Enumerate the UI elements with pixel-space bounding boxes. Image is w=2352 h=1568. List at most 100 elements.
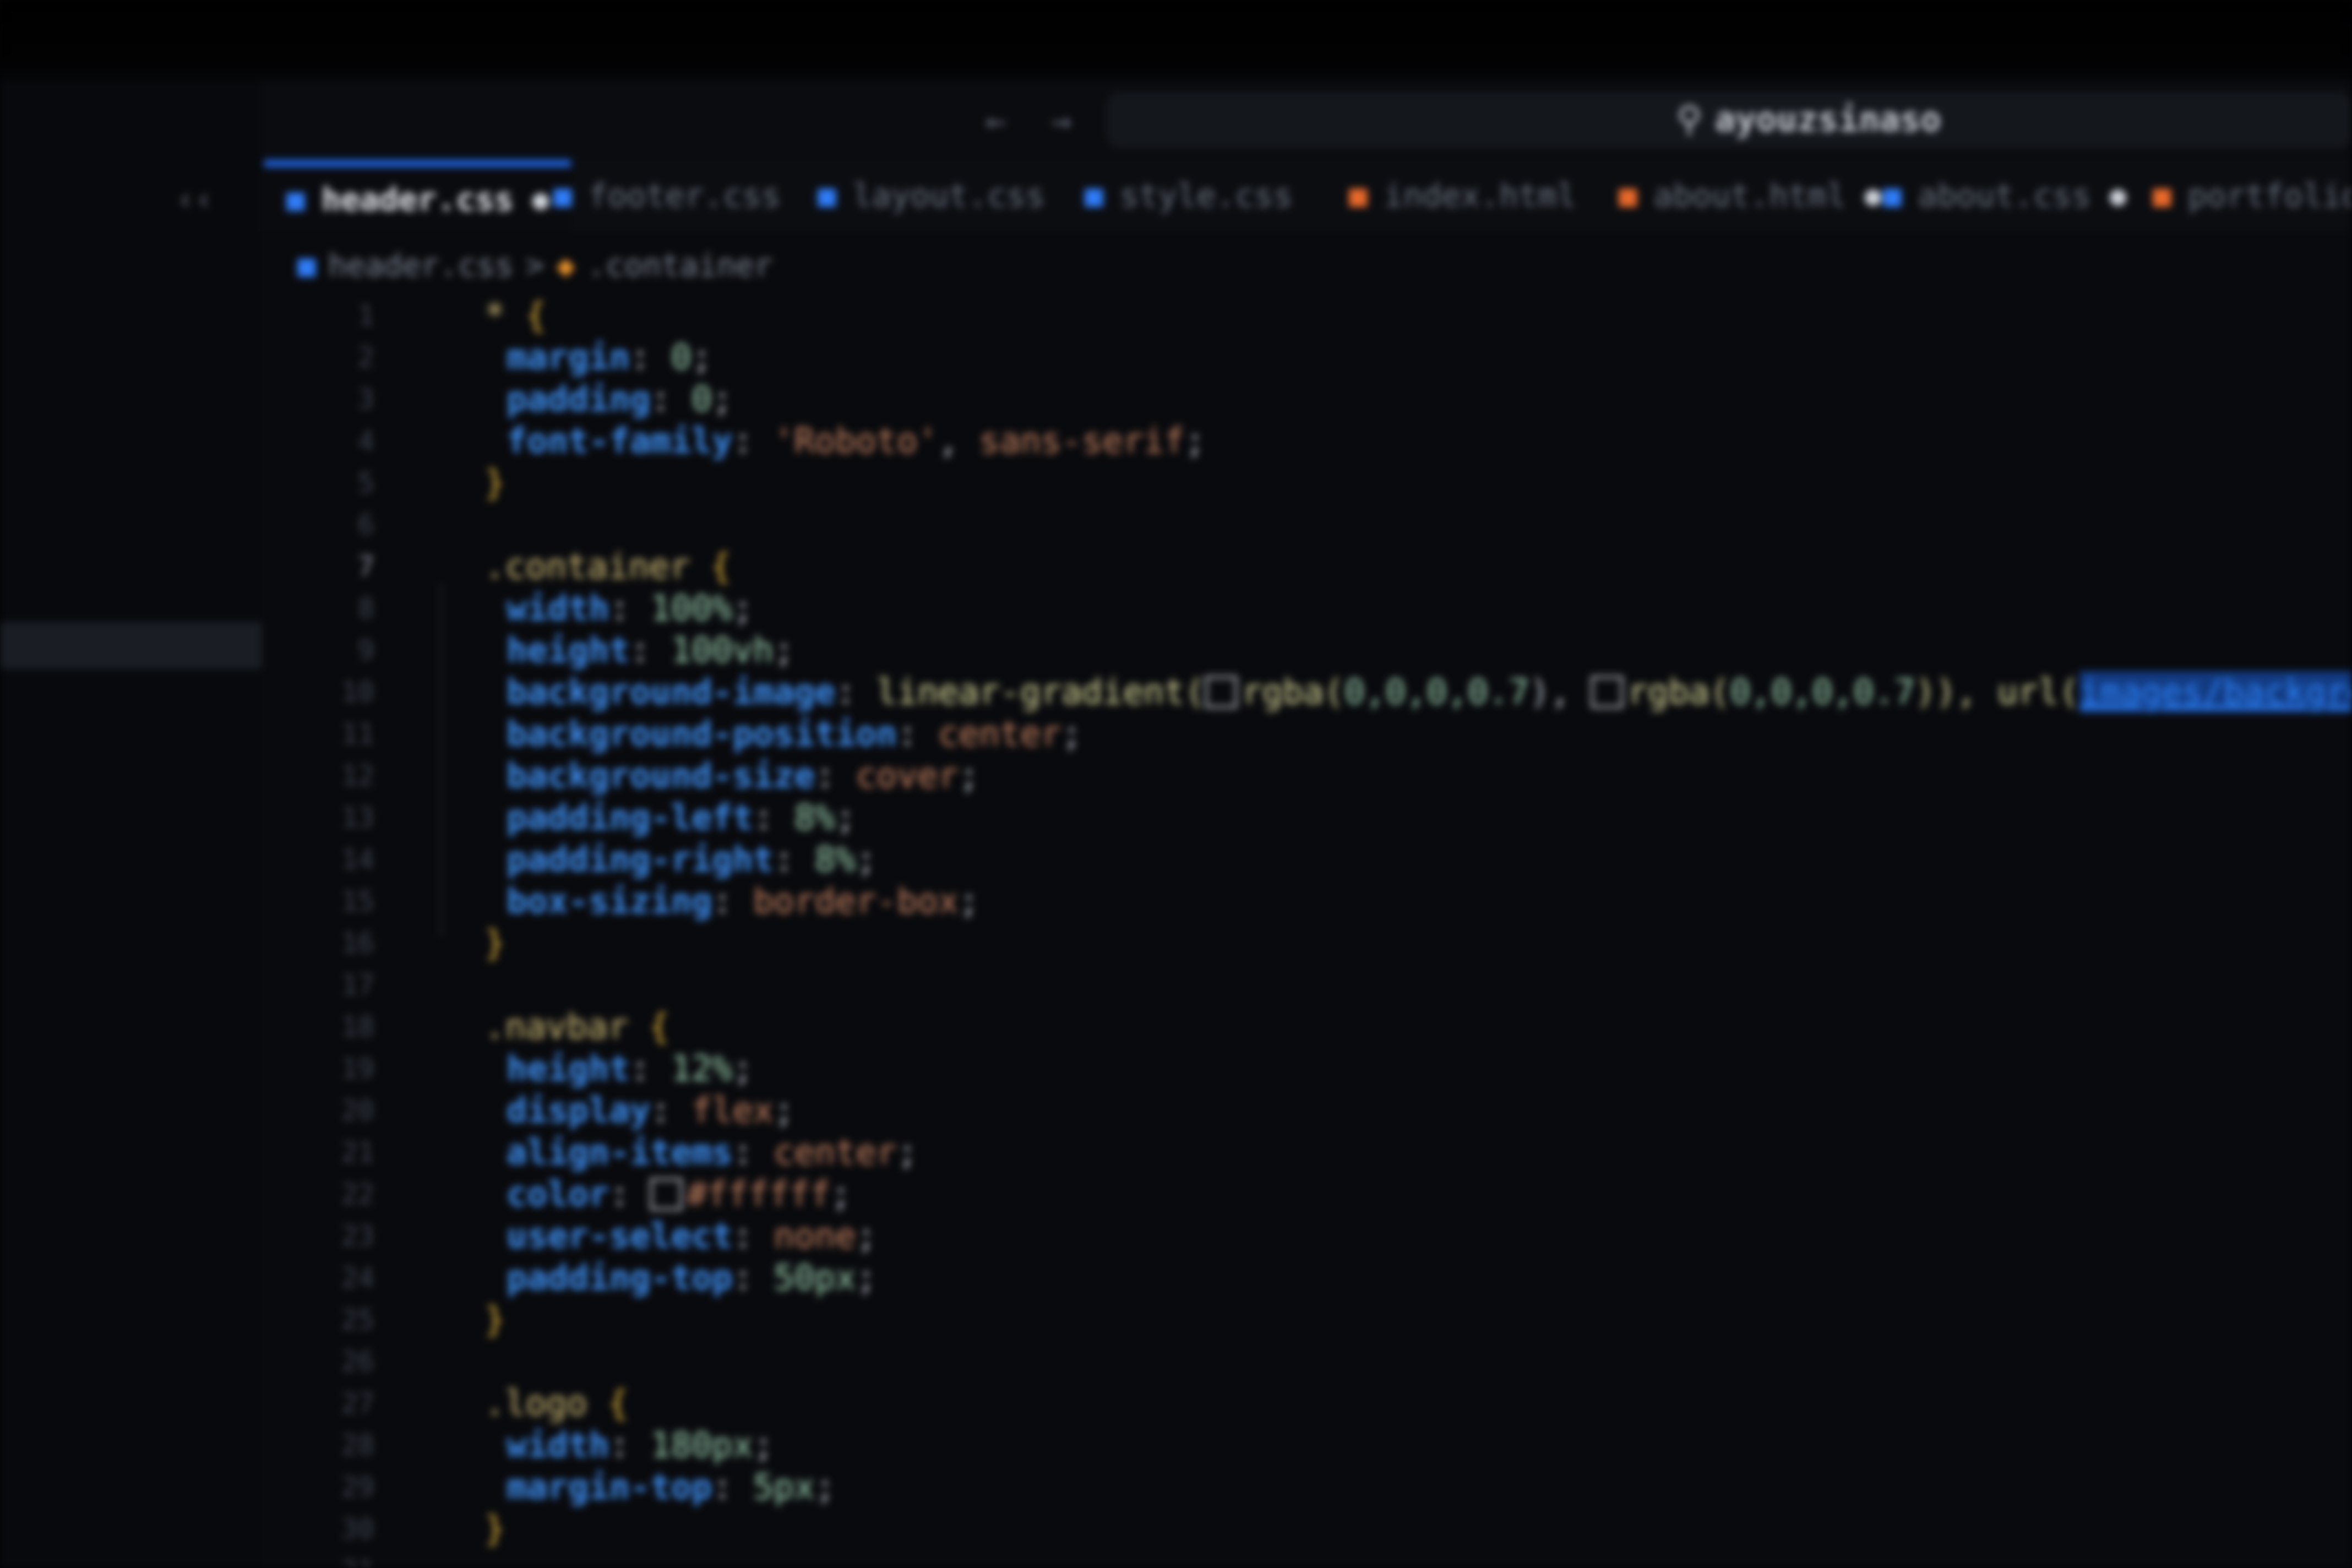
code-line[interactable]: 23 user-select: none;: [308, 1215, 2352, 1257]
tab-header-css[interactable]: ■ header.css ●: [264, 160, 571, 231]
explorer-sidebar[interactable]: [0, 83, 262, 1568]
code-line[interactable]: 31: [308, 1550, 2352, 1568]
tab-about-css[interactable]: ■ about.css ●: [1861, 160, 2148, 231]
code-token: background-position: [507, 714, 897, 754]
code-line[interactable]: 14 padding-right: 8%;: [308, 839, 2352, 880]
code-line[interactable]: 20 display: flex;: [308, 1090, 2352, 1131]
code-lines[interactable]: 1 * {2 margin: 0; 3 padding: 0; 4 font-family:…: [308, 295, 2352, 1568]
code-line[interactable]: 2 margin: 0;: [308, 336, 2352, 378]
line-number: 14: [341, 843, 374, 875]
html-file-icon: ■: [1349, 177, 1368, 214]
code-token: user-select: [507, 1216, 733, 1256]
code-line[interactable]: 17: [308, 964, 2352, 1006]
code-line[interactable]: 19 height: 12%;: [308, 1048, 2352, 1090]
color-swatch-icon[interactable]: [1591, 676, 1623, 708]
code-token: display: [507, 1090, 651, 1130]
tab-index-html[interactable]: ■ index.html: [1327, 160, 1598, 231]
arrow-right-icon[interactable]: →: [1052, 102, 1071, 140]
code-line[interactable]: 27 .logo {: [308, 1382, 2352, 1424]
code-line[interactable]: 5}: [308, 462, 2352, 504]
code-line[interactable]: 10 background-image: linear-gradient(rgba…: [308, 671, 2352, 713]
code-line[interactable]: 1 * {: [308, 295, 2352, 336]
code-line[interactable]: 12 background-size: cover;: [308, 755, 2352, 797]
breadcrumb-symbol[interactable]: .container: [587, 248, 772, 284]
tab-label: header.css: [321, 181, 514, 218]
color-swatch-icon[interactable]: [650, 1178, 683, 1210]
code-token: :: [629, 337, 671, 377]
code-token: 8%: [814, 839, 856, 879]
code-token: background-image: [507, 672, 836, 712]
code-line[interactable]: 28 width: 180px;: [308, 1424, 2352, 1466]
code-token: ;: [814, 1467, 836, 1507]
line-number: 29: [341, 1471, 374, 1503]
tab-portfolio-html[interactable]: ■ portfolio.html: [2131, 160, 2352, 231]
code-token: padding-right: [507, 839, 774, 879]
line-number: 26: [341, 1346, 374, 1378]
breadcrumb-separator: >: [525, 248, 545, 284]
code-token[interactable]: images/background.jpg: [2079, 671, 2352, 713]
code-line[interactable]: 22 color: #ffffff;: [308, 1173, 2352, 1215]
sidebar-selected-item[interactable]: [0, 622, 262, 669]
code-token: ;: [959, 755, 979, 796]
tab-style-css[interactable]: ■ style.css: [1063, 160, 1315, 231]
code-line[interactable]: 6: [308, 504, 2352, 546]
tab-label: about.html: [1653, 177, 1846, 214]
code-line[interactable]: 29 margin-top: 5px;: [308, 1466, 2352, 1508]
tab-label: style.css: [1119, 177, 1293, 214]
code-line[interactable]: 15 box-sizing: border-box;: [308, 880, 2352, 922]
code-line[interactable]: 24 padding-top: 50px;: [308, 1257, 2352, 1299]
line-number: 9: [357, 634, 374, 666]
code-token: ;: [856, 1216, 876, 1256]
breadcrumb-file[interactable]: header.css: [328, 248, 514, 284]
color-swatch-icon[interactable]: [1205, 676, 1238, 708]
code-token: ;: [774, 1090, 794, 1130]
code-token: :: [835, 672, 876, 712]
code-line[interactable]: 16}: [308, 922, 2352, 964]
code-line[interactable]: 26: [308, 1341, 2352, 1382]
arrow-left-icon[interactable]: ←: [986, 102, 1005, 140]
unsaved-dot-icon[interactable]: ●: [2110, 179, 2126, 211]
code-line[interactable]: 21 align-items: center;: [308, 1131, 2352, 1173]
code-token: *: [484, 295, 526, 335]
code-line[interactable]: 3 padding: 0;: [308, 378, 2352, 420]
code-line[interactable]: 9 height: 100vh;: [308, 629, 2352, 671]
code-token: ;: [856, 839, 876, 879]
tab-layout-css[interactable]: ■ layout.css: [796, 160, 1067, 231]
code-token: :: [609, 1425, 651, 1465]
code-line[interactable]: 18 .navbar {: [308, 1006, 2352, 1048]
code-line[interactable]: 8 width: 100%;: [308, 587, 2352, 629]
code-token: rgba(: [1242, 672, 1344, 712]
code-token: linear-gradient(: [876, 672, 1206, 712]
html-file-icon: ■: [1619, 177, 1637, 214]
code-token: height: [507, 1048, 630, 1088]
code-token: :: [897, 714, 938, 754]
tab-label: index.html: [1384, 177, 1576, 214]
line-number: 4: [357, 425, 374, 457]
code-line[interactable]: 25}: [308, 1299, 2352, 1341]
css-file-icon: ■: [553, 177, 572, 214]
code-line[interactable]: 7 .container {: [308, 546, 2352, 587]
line-number: 24: [341, 1262, 374, 1294]
code-token: width: [507, 1425, 609, 1465]
code-line[interactable]: 13 padding-left: 8%;: [308, 797, 2352, 839]
tab-label: portfolio.html: [2187, 177, 2352, 214]
line-number: 28: [341, 1429, 374, 1461]
code-line[interactable]: 30}: [308, 1508, 2352, 1550]
tab-about-html[interactable]: ■ about.html ●: [1597, 160, 1903, 231]
code-line[interactable]: 4 font-family: 'Roboto', sans-serif;: [308, 420, 2352, 462]
code-token: :: [650, 379, 692, 419]
code-token: :: [609, 588, 651, 628]
chevron-left-icon[interactable]: ‹‹: [176, 182, 213, 217]
code-token: {: [710, 546, 731, 586]
code-token: ;: [1184, 421, 1206, 461]
line-number: 6: [357, 509, 374, 541]
line-number: 30: [341, 1513, 374, 1545]
code-token: :: [609, 1174, 651, 1214]
code-token: width: [507, 588, 609, 628]
line-number: 18: [341, 1011, 374, 1043]
code-token: ;: [732, 1048, 753, 1088]
tab-footer-css[interactable]: ■ footer.css: [531, 160, 803, 231]
line-number: 15: [341, 885, 374, 917]
search-icon[interactable]: ⚲: [1676, 99, 1702, 140]
code-line[interactable]: 11 background-position: center;: [308, 713, 2352, 755]
